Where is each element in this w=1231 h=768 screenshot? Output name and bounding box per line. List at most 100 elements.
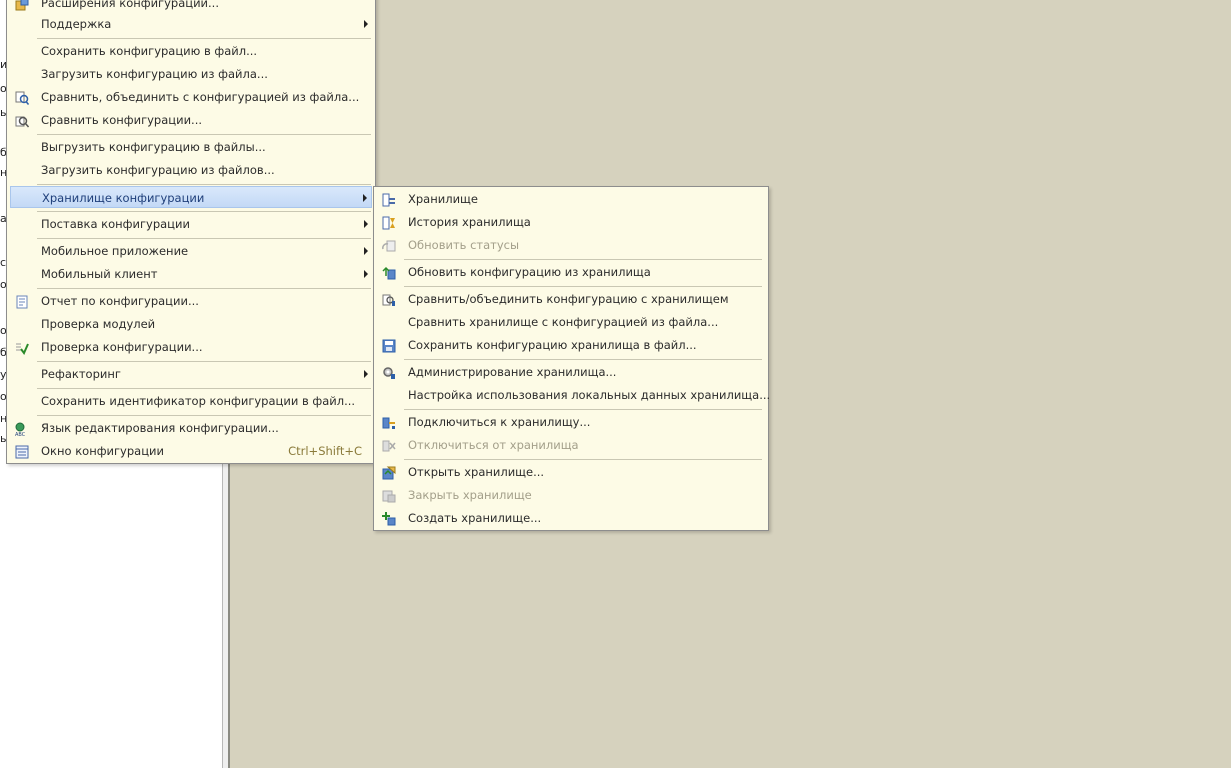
- menu-item-support[interactable]: Поддержка: [10, 13, 372, 35]
- menu-item-config-repository[interactable]: Хранилище конфигурации: [10, 186, 372, 208]
- menu-item-label: Закрыть хранилище: [408, 488, 532, 502]
- submenu-item-save-repo-config[interactable]: Сохранить конфигурацию хранилища в файл.…: [377, 334, 765, 356]
- menu-item-label: Проверка модулей: [41, 317, 156, 331]
- menu-item-label: Выгрузить конфигурацию в файлы...: [41, 140, 266, 154]
- update-from-repo-icon: [382, 265, 396, 280]
- menu-item-label: Мобильное приложение: [41, 244, 189, 258]
- menu-item-config-window[interactable]: Окно конфигурации Ctrl+Shift+C: [10, 440, 372, 462]
- menu-item-config-delivery[interactable]: Поставка конфигурации: [10, 213, 372, 235]
- menu-separator: [37, 288, 371, 289]
- menu-item-label: Создать хранилище...: [408, 511, 542, 525]
- menu-separator: [37, 134, 371, 135]
- repository-icon: [382, 192, 396, 207]
- menu-separator: [404, 286, 762, 287]
- menu-item-label: Расширения конфигурации...: [41, 0, 219, 10]
- menu-item-mobile-app[interactable]: Мобильное приложение: [10, 240, 372, 262]
- menu-item-edit-language[interactable]: ABC Язык редактирования конфигурации...: [10, 417, 372, 439]
- menu-item-label: Сравнить/объединить конфигурацию с храни…: [408, 292, 729, 306]
- menu-item-compare-merge-file[interactable]: Сравнить, объединить с конфигурацией из …: [10, 86, 372, 108]
- menu-item-label: Обновить статусы: [408, 238, 520, 252]
- repository-history-icon: [382, 215, 396, 230]
- menu-item-label: Рефакторинг: [41, 367, 121, 381]
- submenu-item-compare-repo-file[interactable]: Сравнить хранилище с конфигурацией из фа…: [377, 311, 765, 333]
- submenu-item-update-from-repo[interactable]: Обновить конфигурацию из хранилища: [377, 261, 765, 283]
- language-icon: ABC: [15, 421, 29, 438]
- refresh-status-icon: [382, 238, 396, 252]
- submenu-arrow-icon: [364, 270, 368, 278]
- menu-item-label: Язык редактирования конфигурации...: [41, 421, 279, 435]
- create-repo-icon: [382, 511, 396, 526]
- submenu-arrow-icon: [364, 370, 368, 378]
- submenu-arrow-icon: [364, 247, 368, 255]
- submenu-item-close-repo[interactable]: Закрыть хранилище: [377, 484, 765, 506]
- submenu-arrow-icon: [364, 220, 368, 228]
- menu-item-shortcut: Ctrl+Shift+C: [288, 444, 362, 458]
- config-window-icon: [15, 444, 29, 459]
- menu-item-label: Проверка конфигурации...: [41, 340, 203, 354]
- menu-item-label: Поддержка: [41, 17, 112, 31]
- menu-item-label: История хранилища: [408, 215, 531, 229]
- submenu-arrow-icon: [364, 20, 368, 28]
- save-repo-icon: [382, 338, 396, 353]
- menu-item-label: Сохранить идентификатор конфигурации в ф…: [41, 394, 356, 408]
- submenu-item-compare-merge-repo[interactable]: Сравнить/объединить конфигурацию с храни…: [377, 288, 765, 310]
- configuration-menu: Расширения конфигурации... Поддержка Сох…: [6, 0, 376, 464]
- compare-repo-icon: [382, 292, 396, 306]
- menu-separator: [37, 388, 371, 389]
- menu-item-check-modules[interactable]: Проверка модулей: [10, 313, 372, 335]
- submenu-item-repo-admin[interactable]: Администрирование хранилища...: [377, 361, 765, 383]
- submenu-item-repository-history[interactable]: История хранилища: [377, 211, 765, 233]
- menu-separator: [37, 415, 371, 416]
- menu-item-label: Мобильный клиент: [41, 267, 158, 281]
- menu-separator: [37, 361, 371, 362]
- admin-gear-icon: [382, 365, 396, 379]
- menu-item-mobile-client[interactable]: Мобильный клиент: [10, 263, 372, 285]
- compare-merge-icon: [15, 90, 30, 105]
- menu-separator: [37, 38, 371, 39]
- menu-separator: [37, 184, 371, 185]
- submenu-arrow-icon: [363, 194, 367, 202]
- menu-item-load-files[interactable]: Загрузить конфигурацию из файлов...: [10, 159, 372, 181]
- submenu-item-disconnect-repo[interactable]: Отключиться от хранилища: [377, 434, 765, 456]
- configurator-window: ик од ы б н а ст о о б у ог но ы Расшире…: [0, 0, 1231, 768]
- menu-item-dump-files[interactable]: Выгрузить конфигурацию в файлы...: [10, 136, 372, 158]
- menu-separator: [404, 459, 762, 460]
- menu-item-label: Администрирование хранилища...: [408, 365, 617, 379]
- repository-submenu: Хранилище История хранилища Обновить ста…: [373, 186, 770, 531]
- close-repo-icon: [382, 488, 396, 503]
- submenu-item-create-repo[interactable]: Создать хранилище...: [377, 507, 765, 529]
- menu-item-label: Сохранить конфигурацию в файл...: [41, 44, 258, 58]
- submenu-item-open-repo[interactable]: Открыть хранилище...: [377, 461, 765, 483]
- menu-item-extensions[interactable]: Расширения конфигурации...: [10, 0, 372, 14]
- extensions-icon: [15, 0, 29, 11]
- menu-item-config-report[interactable]: Отчет по конфигурации...: [10, 290, 372, 312]
- menu-item-refactoring[interactable]: Рефакторинг: [10, 363, 372, 385]
- menu-separator: [404, 259, 762, 260]
- menu-item-check-config[interactable]: Проверка конфигурации...: [10, 336, 372, 358]
- menu-item-label: Хранилище конфигурации: [42, 191, 205, 205]
- submenu-item-connect-repo[interactable]: Подключиться к хранилищу...: [377, 411, 765, 433]
- report-icon: [15, 294, 29, 309]
- menu-item-save-config-id[interactable]: Сохранить идентификатор конфигурации в ф…: [10, 390, 372, 412]
- submenu-item-local-data-settings[interactable]: Настройка использования локальных данных…: [377, 384, 770, 406]
- open-repo-icon: [382, 465, 396, 480]
- menu-item-label: Обновить конфигурацию из хранилища: [408, 265, 651, 279]
- menu-item-label: Сравнить хранилище с конфигурацией из фа…: [408, 315, 719, 329]
- menu-separator: [404, 359, 762, 360]
- svg-text:ABC: ABC: [15, 432, 26, 436]
- submenu-item-refresh-statuses[interactable]: Обновить статусы: [377, 234, 765, 256]
- submenu-item-repository[interactable]: Хранилище: [377, 188, 765, 210]
- menu-item-compare-configs[interactable]: Сравнить конфигурации...: [10, 109, 372, 131]
- menu-item-save-config-file[interactable]: Сохранить конфигурацию в файл...: [10, 40, 372, 62]
- menu-item-label: Поставка конфигурации: [41, 217, 190, 231]
- menu-item-label: Сохранить конфигурацию хранилища в файл.…: [408, 338, 697, 352]
- menu-item-label: Открыть хранилище...: [408, 465, 545, 479]
- menu-item-load-config-file[interactable]: Загрузить конфигурацию из файла...: [10, 63, 372, 85]
- menu-separator: [404, 409, 762, 410]
- menu-item-label: Окно конфигурации: [41, 444, 164, 458]
- disconnect-icon: [382, 438, 396, 452]
- menu-separator: [37, 211, 371, 212]
- menu-item-label: Загрузить конфигурацию из файла...: [41, 67, 268, 81]
- check-icon: [15, 340, 29, 355]
- menu-item-label: Сравнить конфигурации...: [41, 113, 203, 127]
